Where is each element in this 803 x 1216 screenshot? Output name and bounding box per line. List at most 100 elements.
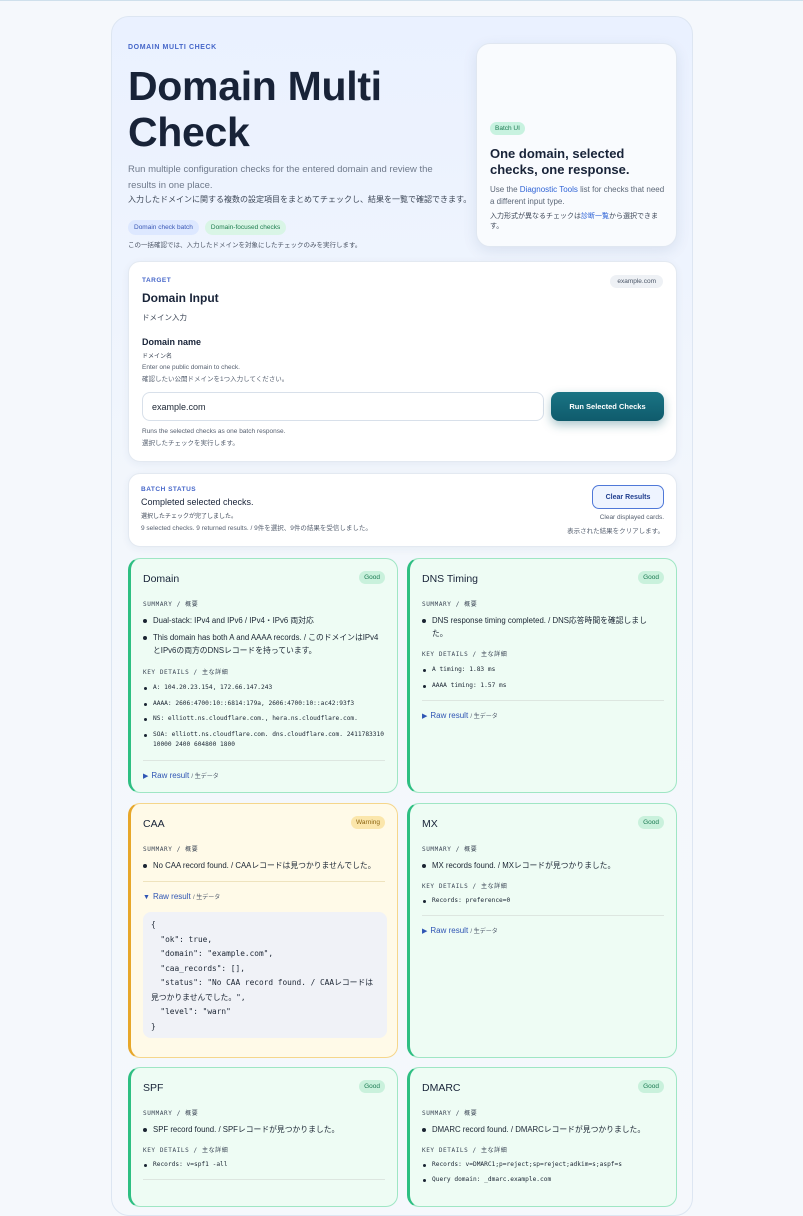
domain-help-ja: 確認したい公開ドメインを1つ入力してください。 (142, 376, 289, 383)
key-details-heading: KEY DETAILS / 主な詳細 (143, 669, 229, 676)
batch-ui-title: One domain, selected checks, one respons… (490, 146, 630, 177)
raw-result-label: Raw result (430, 711, 469, 720)
summary-item: No CAA record found. / CAAレコードは見つかりませんでし… (143, 859, 383, 872)
hero-chips: Domain check batch Domain-focused checks (128, 220, 287, 235)
triangle-down-icon: ▼ (143, 894, 150, 901)
batch-ui-ja-before: 入力形式が異なるチェックは (490, 213, 581, 220)
detail-item: Records: v=spf1 -all (143, 1160, 388, 1170)
detail-item: SOA: elliott.ns.cloudflare.com. dns.clou… (143, 730, 388, 750)
raw-result-label: Raw result (152, 892, 191, 901)
result-title: Domain (143, 573, 180, 585)
hero-description-en: Run multiple configuration checks for th… (128, 164, 433, 191)
divider (143, 1179, 385, 1180)
summary-heading: SUMMARY / 概要 (143, 846, 199, 853)
summary-item: MX records found. / MXレコードが見つかりました。 (422, 859, 662, 872)
result-card-spf: SPF Good SUMMARY / 概要 SPF record found. … (128, 1067, 398, 1207)
clear-help-ja: 表示された結果をクリアします。 (567, 528, 664, 535)
domain-name-label-ja: ドメイン名 (142, 354, 173, 360)
detail-item: AAAA: 2606:4700:10::6814:179a, 2606:4700… (143, 699, 388, 709)
summary-item: Dual-stack: IPv4 and IPv6 / IPv4・IPv6 両対… (143, 614, 383, 627)
status-title-ja: 選択したチェックが完了しました。 (141, 514, 238, 520)
status-kicker: BATCH STATUS (141, 486, 197, 493)
detail-item: AAAA timing: 1.57 ms (422, 681, 667, 691)
result-title: CAA (143, 818, 165, 830)
diagnostic-tools-link[interactable]: Diagnostic Tools (520, 185, 578, 194)
result-card-dns-timing: DNS Timing Good SUMMARY / 概要 DNS respons… (407, 558, 677, 793)
detail-item: A timing: 1.83 ms (422, 665, 667, 675)
run-help-en: Runs the selected checks as one batch re… (142, 428, 286, 435)
raw-result-label-ja: / 生データ (470, 714, 498, 720)
chip-domain-check-batch: Domain check batch (128, 220, 199, 235)
detail-item: Query domain: _dmarc.example.com (422, 1175, 667, 1185)
page-container: DOMAIN MULTI CHECK Domain Multi Check Ru… (111, 16, 693, 1216)
run-selected-checks-button[interactable]: Run Selected Checks (551, 392, 664, 421)
key-details-heading: KEY DETAILS / 主な詳細 (422, 883, 508, 890)
summary-heading: SUMMARY / 概要 (422, 846, 478, 853)
result-title: SPF (143, 1082, 164, 1094)
raw-result-json: { "ok": true, "domain": "example.com", "… (143, 912, 387, 1038)
detail-item: Records: preference=0 (422, 896, 667, 906)
summary-heading: SUMMARY / 概要 (143, 1110, 199, 1117)
raw-result-toggle[interactable]: ▼ Raw result / 生データ (143, 892, 220, 901)
raw-result-toggle[interactable]: ▶ Raw result / 生データ (143, 771, 219, 780)
result-card-caa: CAA Warning SUMMARY / 概要 No CAA record f… (128, 803, 398, 1058)
triangle-right-icon: ▶ (422, 928, 428, 935)
batch-ui-card: Batch UI One domain, selected checks, on… (476, 43, 677, 247)
batch-ui-text-before: Use the (490, 185, 520, 194)
result-card-dmarc: DMARC Good SUMMARY / 概要 DMARC record fou… (407, 1067, 677, 1207)
divider (422, 700, 664, 701)
target-kicker: TARGET (142, 277, 172, 284)
target-domain-badge: example.com (610, 275, 663, 288)
domain-input-card: TARGET example.com Domain Input ドメイン入力 D… (128, 261, 677, 462)
status-badge: Good (638, 816, 664, 829)
key-details-heading: KEY DETAILS / 主な詳細 (422, 1147, 508, 1154)
raw-result-label-ja: / 生データ (470, 929, 498, 935)
status-badge: Good (359, 1080, 385, 1093)
raw-result-toggle[interactable]: ▶ Raw result / 生データ (422, 711, 498, 720)
key-details-heading: KEY DETAILS / 主な詳細 (422, 651, 508, 658)
hero-description-ja: 入力したドメインに関する複数の設定項目をまとめてチェックし、結果を一覧で確認でき… (128, 195, 472, 204)
domain-input[interactable] (142, 392, 544, 421)
divider (422, 915, 664, 916)
raw-result-toggle[interactable]: ▶ Raw result / 生データ (422, 926, 498, 935)
raw-result-label: Raw result (430, 926, 469, 935)
clear-results-button[interactable]: Clear Results (592, 485, 664, 509)
status-badge: Warning (351, 816, 385, 829)
summary-item: This domain has both A and AAAA records.… (143, 631, 383, 657)
triangle-right-icon: ▶ (422, 713, 428, 720)
raw-result-label-ja: / 生データ (191, 774, 219, 780)
key-details-heading: KEY DETAILS / 主な詳細 (143, 1147, 229, 1154)
status-badge: Good (638, 1080, 664, 1093)
result-card-mx: MX Good SUMMARY / 概要 MX records found. /… (407, 803, 677, 1058)
batch-ui-badge: Batch UI (490, 122, 525, 135)
hero-eyebrow: DOMAIN MULTI CHECK (128, 44, 217, 51)
domain-input-title-ja: ドメイン入力 (142, 313, 187, 322)
clear-help-en: Clear displayed cards. (599, 514, 664, 521)
summary-item: DMARC record found. / DMARCレコードが見つかりました。 (422, 1123, 662, 1136)
chip-domain-focused: Domain-focused checks (204, 220, 287, 235)
detail-item: A: 104.20.23.154, 172.66.147.243 (143, 683, 388, 693)
summary-heading: SUMMARY / 概要 (143, 601, 199, 608)
status-summary: 9 selected checks. 9 returned results. /… (141, 525, 372, 532)
raw-result-label-ja: / 生データ (192, 895, 221, 901)
status-badge: Good (638, 571, 664, 584)
batch-ui-text-ja: 入力形式が異なるチェックは診断一覧から選択できます。 (490, 212, 670, 232)
triangle-right-icon: ▶ (143, 773, 149, 780)
status-title: Completed selected checks. (141, 497, 254, 507)
domain-input-title: Domain Input (142, 291, 219, 305)
summary-heading: SUMMARY / 概要 (422, 1110, 478, 1117)
result-title: MX (422, 818, 438, 830)
summary-item: DNS response timing completed. / DNS応答時間… (422, 614, 662, 640)
hero-note: この一括確認では、入力したドメインを対象にしたチェックのみを実行します。 (128, 242, 362, 249)
divider (143, 881, 385, 882)
domain-help-en: Enter one public domain to check. (142, 364, 240, 371)
raw-result-label: Raw result (151, 771, 190, 780)
result-title: DNS Timing (422, 573, 479, 585)
result-title: DMARC (422, 1082, 461, 1094)
batch-status-card: BATCH STATUS Completed selected checks. … (128, 473, 677, 547)
batch-ui-text: Use the Diagnostic Tools list for checks… (490, 184, 670, 208)
run-help-ja: 選択したチェックを実行します。 (142, 440, 239, 447)
detail-item: Records: v=DMARC1;p=reject;sp=reject;adk… (422, 1160, 667, 1170)
summary-heading: SUMMARY / 概要 (422, 601, 478, 608)
diagnostic-list-link[interactable]: 診断一覧 (581, 213, 609, 220)
